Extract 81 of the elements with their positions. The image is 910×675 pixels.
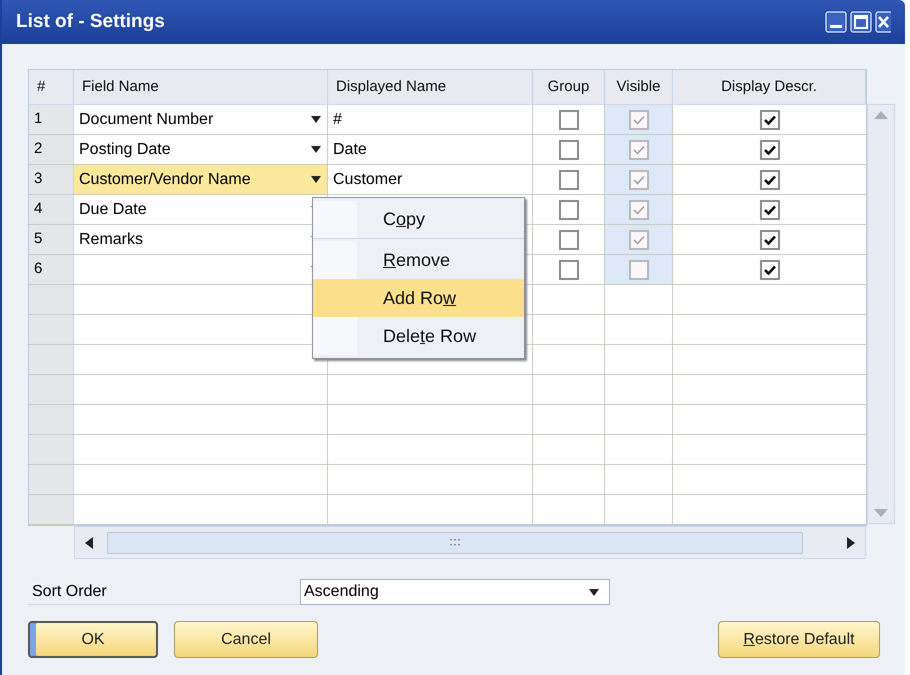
display-descr-checkbox[interactable] xyxy=(760,200,780,220)
field-name: Due Date xyxy=(79,200,148,220)
empty-row[interactable] xyxy=(29,435,866,465)
minimize-icon[interactable] xyxy=(825,11,847,33)
empty-row[interactable] xyxy=(29,405,866,435)
empty-row[interactable] xyxy=(29,495,866,525)
menu-item[interactable]: Add Row xyxy=(313,279,524,317)
scroll-down-icon[interactable] xyxy=(874,509,888,517)
group-checkbox[interactable] xyxy=(558,170,578,190)
dropdown-arrow-icon[interactable] xyxy=(589,588,599,596)
checkmark-icon xyxy=(764,264,776,274)
row-number[interactable]: 5 xyxy=(29,225,74,254)
maximize-icon[interactable] xyxy=(850,11,872,33)
displayed-name-cell[interactable]: # xyxy=(328,105,533,134)
group-checkbox[interactable] xyxy=(558,140,578,160)
field-name: Posting Date xyxy=(79,140,172,160)
column-header[interactable]: Visible xyxy=(605,70,673,104)
checkmark-icon xyxy=(764,114,776,124)
close-icon[interactable] xyxy=(875,11,891,33)
sort-order-label: Sort Order xyxy=(28,580,300,604)
dropdown-arrow-icon[interactable] xyxy=(311,116,321,123)
row-number[interactable]: 4 xyxy=(29,195,74,224)
visible-checkbox[interactable] xyxy=(628,260,648,280)
scroll-thumb[interactable] xyxy=(107,532,803,554)
visible-checkbox[interactable] xyxy=(628,200,648,220)
group-checkbox[interactable] xyxy=(558,230,578,250)
display-descr-checkbox[interactable] xyxy=(760,110,780,130)
visible-checkbox[interactable] xyxy=(628,140,648,160)
checkmark-icon xyxy=(632,114,644,124)
field-name: Document Number xyxy=(79,110,214,130)
row-number[interactable]: 6 xyxy=(29,255,74,284)
checkmark-icon xyxy=(764,144,776,154)
field-name: Customer/Vendor Name xyxy=(79,170,252,190)
column-header[interactable]: Group xyxy=(533,70,605,104)
ok-button[interactable]: OK xyxy=(28,621,158,658)
display-descr-checkbox[interactable] xyxy=(760,260,780,280)
empty-row[interactable] xyxy=(29,465,866,495)
checkmark-icon xyxy=(632,144,644,154)
group-checkbox[interactable] xyxy=(558,260,578,280)
horizontal-scrollbar[interactable] xyxy=(74,526,866,559)
checkmark-icon xyxy=(632,204,644,214)
row-number[interactable]: 1 xyxy=(29,105,74,134)
scroll-left-icon[interactable] xyxy=(85,536,93,548)
display-descr-checkbox[interactable] xyxy=(760,140,780,160)
visible-checkbox[interactable] xyxy=(628,230,648,250)
grip-icon xyxy=(450,539,460,546)
field-name: Remarks xyxy=(79,230,144,250)
checkmark-icon xyxy=(632,234,644,244)
display-descr-checkbox[interactable] xyxy=(760,230,780,250)
menu-item[interactable]: Remove xyxy=(313,241,524,279)
row-number[interactable]: 2 xyxy=(29,135,74,164)
displayed-name-cell[interactable]: Date xyxy=(328,135,533,164)
dropdown-arrow-icon[interactable] xyxy=(311,146,321,153)
checkmark-icon xyxy=(764,234,776,244)
display-descr-checkbox[interactable] xyxy=(760,170,780,190)
window-title: List of - Settings xyxy=(16,10,166,34)
column-header[interactable]: Displayed Name xyxy=(328,70,533,104)
group-checkbox[interactable] xyxy=(558,200,578,220)
sort-order-dropdown[interactable]: Ascending xyxy=(300,579,610,605)
column-header[interactable]: # xyxy=(29,70,74,104)
sort-order-value: Ascending xyxy=(304,582,380,602)
menu-item[interactable]: Delete Row xyxy=(313,317,524,355)
column-header[interactable]: Field Name xyxy=(74,70,328,104)
restore-default-button[interactable]: Restore Default xyxy=(718,621,880,658)
visible-checkbox[interactable] xyxy=(628,110,648,130)
cancel-button[interactable]: Cancel xyxy=(174,621,318,658)
visible-checkbox[interactable] xyxy=(628,170,648,190)
scroll-up-icon[interactable] xyxy=(874,111,888,119)
checkmark-icon xyxy=(764,204,776,214)
displayed-name-cell[interactable]: Customer xyxy=(328,165,533,194)
scroll-right-icon[interactable] xyxy=(847,536,855,548)
checkmark-icon xyxy=(764,174,776,184)
column-header[interactable]: Display Descr. xyxy=(673,70,866,104)
menu-item[interactable]: Copy xyxy=(313,201,524,239)
vertical-scrollbar[interactable] xyxy=(867,104,895,524)
row-number[interactable]: 3 xyxy=(29,165,74,194)
field-name-cell[interactable]: Customer/Vendor Name xyxy=(74,165,328,194)
empty-row[interactable] xyxy=(29,375,866,405)
group-checkbox[interactable] xyxy=(558,110,578,130)
dropdown-arrow-icon[interactable] xyxy=(311,176,321,183)
checkmark-icon xyxy=(632,174,644,184)
